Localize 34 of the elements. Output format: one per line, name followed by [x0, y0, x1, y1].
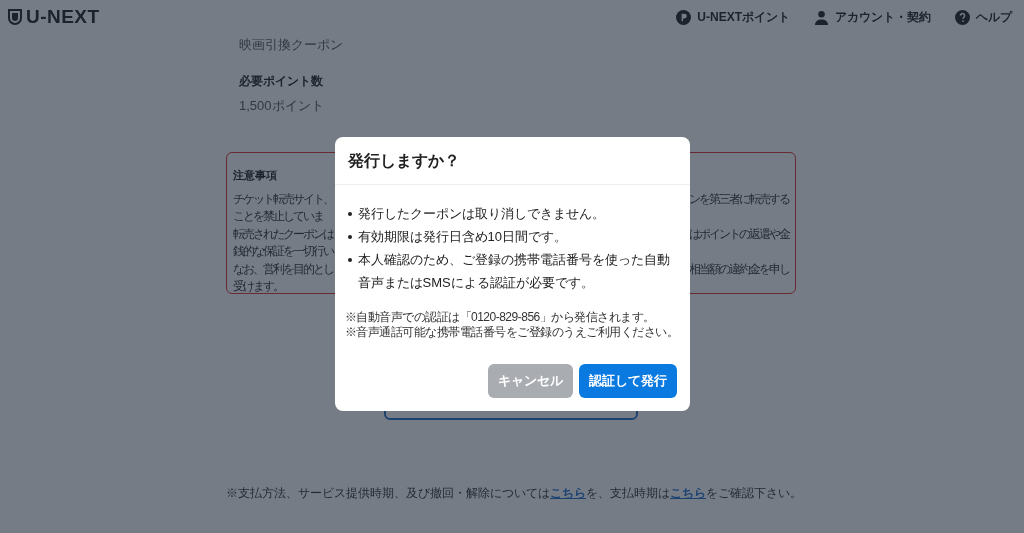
cancel-button[interactable]: キャンセル	[487, 364, 573, 398]
bullet-icon	[347, 258, 352, 262]
notice-text: ことを禁止していま	[233, 208, 323, 225]
user-icon	[814, 9, 829, 25]
notice-title: 注意事項	[233, 168, 278, 183]
bullet-text: 有効期限は発行日含め10日間です。	[357, 228, 567, 246]
notice-text: 銭的な保証を一切行い	[233, 243, 333, 260]
bullet-text: 発行したクーポンは取り消しできません。	[357, 205, 605, 223]
dialog-note: ※自動音声での認証は「0120-829-856」から発信されます。	[344, 310, 656, 325]
bullet-icon	[347, 212, 352, 216]
bullet-text: 本人確認のため、ご登録の携帯電話番号を使った自動音声またはSMSによる認証が必要です。	[357, 251, 671, 292]
dialog-title: 発行しますか？	[334, 137, 690, 185]
logo-text[interactable]: U-NEXT	[26, 2, 100, 32]
footer-link[interactable]: こちら	[670, 486, 706, 500]
notice-text: チケット転売サイト、	[233, 190, 333, 207]
footer-link[interactable]: こちら	[550, 486, 586, 500]
nav-link[interactable]: アカウント・契約	[814, 8, 931, 26]
help-icon	[955, 9, 970, 25]
notice-text: 転売されたクーポンは	[233, 225, 333, 242]
confirm-button[interactable]: 認証して発行	[578, 364, 677, 398]
notice-text: なお、営利を目的とし	[233, 260, 333, 277]
bullet-icon	[347, 235, 352, 239]
notice-text: はポイントの返還や金	[689, 225, 789, 242]
points-value: 1,500ポイント	[238, 96, 325, 115]
notice-text: 相当額の違約金を申し	[689, 260, 789, 277]
nav-link[interactable]: ヘルプ	[955, 8, 1012, 26]
dialog-note: ※音声通話可能な携帯電話番号をご登録のうえご利用ください。	[344, 325, 679, 340]
points-label: 必要ポイント数	[238, 72, 324, 90]
notice-text: 受けます。	[233, 278, 283, 295]
points-icon	[676, 9, 692, 25]
shield-logo-icon	[8, 9, 22, 25]
footer-note: ※支払方法、サービス提供時期、及び撤回・解除についてはこちらを、支払時期はこちらをご確認下さい。	[226, 485, 796, 502]
notice-text: ンを第三者に転売する	[689, 190, 789, 207]
nav-link[interactable]: U-NEXTポイント	[676, 8, 790, 26]
